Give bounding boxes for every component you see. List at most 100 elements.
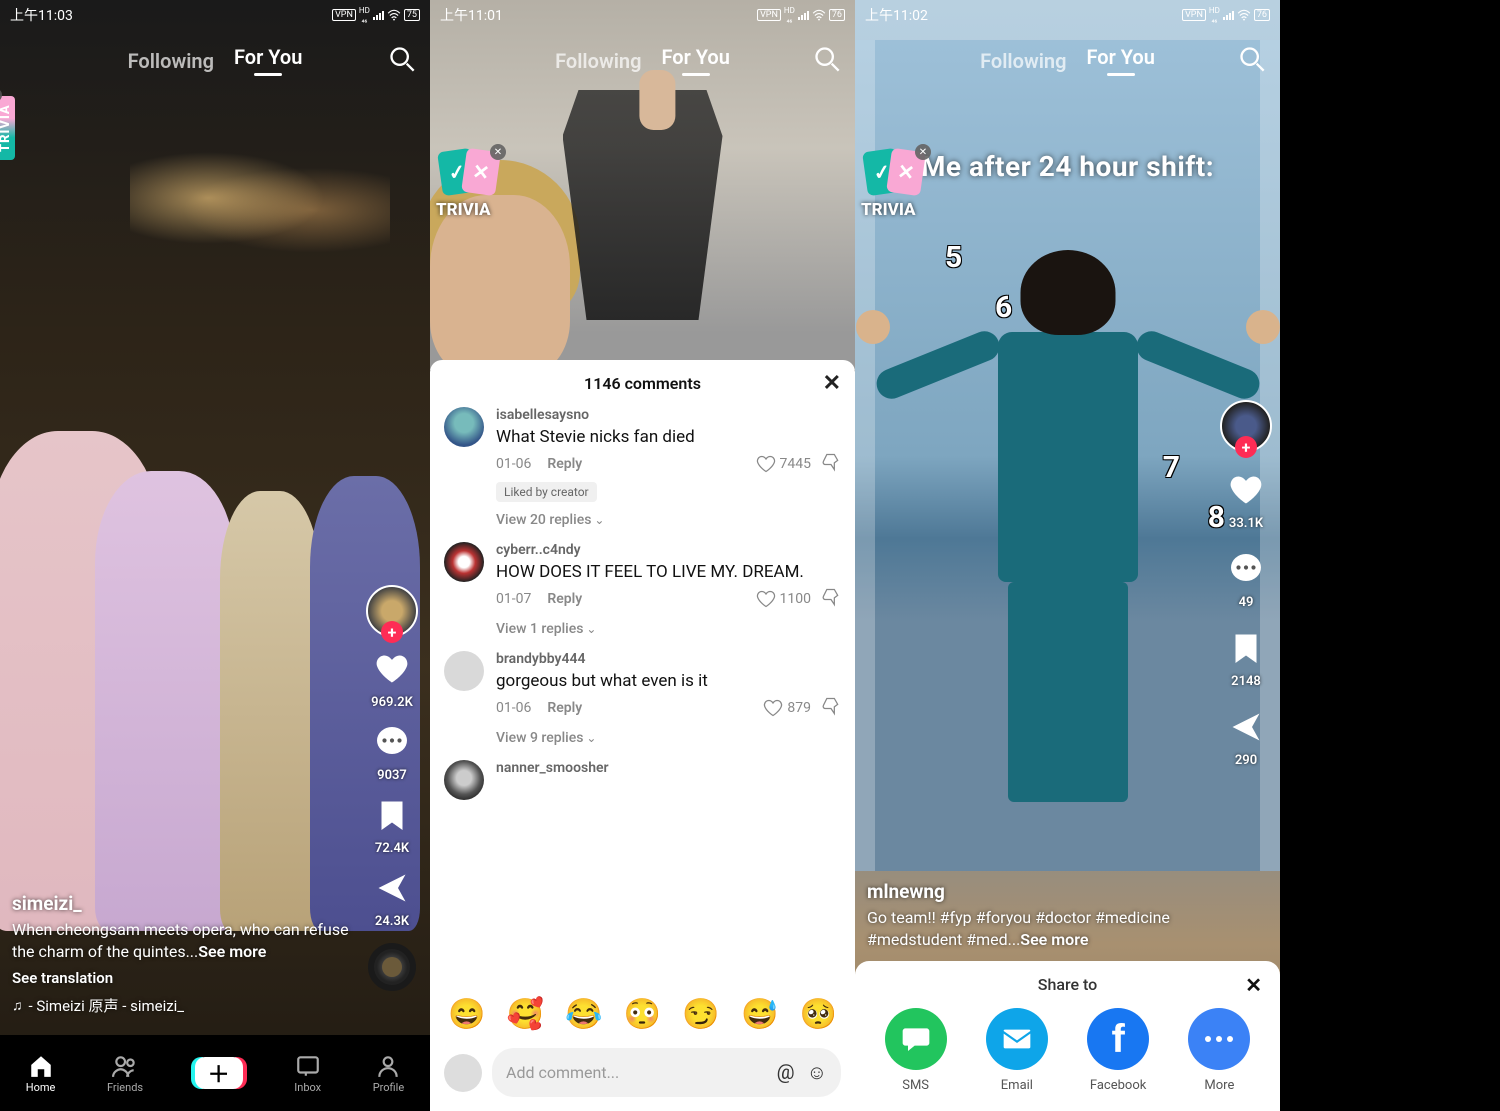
tab-following[interactable]: Following bbox=[555, 49, 641, 73]
follow-plus-icon[interactable]: + bbox=[381, 621, 403, 643]
share-button[interactable]: 290 bbox=[1228, 709, 1264, 768]
comment-composer: Add comment... @ ☺ bbox=[430, 1040, 855, 1111]
tab-for-you[interactable]: For You bbox=[234, 45, 302, 76]
commenter-name[interactable]: cyberr..c4ndy bbox=[496, 542, 841, 558]
comment-dislike[interactable] bbox=[821, 452, 841, 476]
view-replies[interactable]: View 9 replies bbox=[496, 730, 841, 746]
emoji-option[interactable]: 😅 bbox=[741, 997, 778, 1032]
view-replies[interactable]: View 1 replies bbox=[496, 621, 841, 637]
nav-friends[interactable]: Friends bbox=[107, 1053, 143, 1094]
inbox-icon bbox=[295, 1053, 321, 1079]
nav-create[interactable]: ＋ bbox=[195, 1057, 243, 1089]
my-avatar[interactable] bbox=[444, 1054, 482, 1092]
music-info[interactable]: ♫ - Simeizi 原声 - simeizi_ bbox=[12, 995, 350, 1016]
status-time: 上午11:02 bbox=[865, 5, 928, 25]
comment-text: gorgeous but what even is it bbox=[496, 670, 841, 692]
creator-username[interactable]: mlnewng bbox=[867, 880, 1200, 903]
creator-avatar[interactable]: + bbox=[1220, 400, 1272, 452]
comment-button[interactable]: 49 bbox=[1228, 551, 1264, 610]
emoji-option[interactable]: 😏 bbox=[682, 997, 719, 1032]
action-rail: + 969.2K 9037 72.4K bbox=[362, 585, 422, 991]
trivia-badge[interactable]: ✕ TRIVIA bbox=[861, 150, 931, 220]
friends-icon bbox=[112, 1053, 138, 1079]
share-sms[interactable]: SMS bbox=[885, 1008, 947, 1093]
view-replies[interactable]: View 20 replies bbox=[496, 512, 841, 528]
see-more[interactable]: See more bbox=[1020, 930, 1088, 949]
caption[interactable]: When cheongsam meets opera, who can refu… bbox=[12, 919, 350, 963]
commenter-avatar[interactable] bbox=[444, 760, 484, 800]
save-button[interactable]: 2148 bbox=[1228, 630, 1264, 689]
search-icon[interactable] bbox=[813, 45, 841, 77]
nav-inbox[interactable]: Inbox bbox=[294, 1053, 321, 1094]
mention-icon[interactable]: @ bbox=[777, 1060, 795, 1085]
commenter-name[interactable]: isabellesaysno bbox=[496, 407, 841, 423]
close-icon[interactable]: ✕ bbox=[823, 371, 841, 396]
home-icon bbox=[28, 1053, 54, 1079]
comments-list[interactable]: isabellesaysno What Stevie nicks fan die… bbox=[430, 407, 855, 989]
signal-icon bbox=[373, 10, 384, 20]
close-icon[interactable]: ✕ bbox=[915, 144, 931, 160]
comment-dislike[interactable] bbox=[821, 587, 841, 611]
sms-icon bbox=[885, 1008, 947, 1070]
trivia-badge[interactable]: TRIVIA ✕ bbox=[0, 96, 15, 160]
comments-sheet: 1146 comments ✕ isabellesaysno What Stev… bbox=[430, 360, 855, 1111]
comment-dislike[interactable] bbox=[821, 696, 841, 720]
share-button[interactable]: 24.3K bbox=[374, 870, 410, 929]
creator-avatar[interactable]: + bbox=[366, 585, 418, 637]
trivia-badge[interactable]: ✕ TRIVIA bbox=[436, 150, 506, 220]
reply-button[interactable]: Reply bbox=[547, 591, 582, 607]
commenter-avatar[interactable] bbox=[444, 407, 484, 447]
save-button[interactable]: 72.4K bbox=[374, 797, 410, 856]
tab-for-you[interactable]: For You bbox=[1086, 45, 1154, 76]
like-button[interactable]: 969.2K bbox=[371, 651, 413, 710]
emoji-option[interactable]: 🥺 bbox=[800, 997, 837, 1032]
share-facebook[interactable]: f Facebook bbox=[1087, 1008, 1149, 1093]
overlay-number: 5 bbox=[945, 240, 962, 275]
search-icon[interactable] bbox=[388, 45, 416, 77]
tab-for-you[interactable]: For You bbox=[661, 45, 729, 76]
creator-username[interactable]: simeizi_ bbox=[12, 892, 350, 915]
commenter-name[interactable]: brandybby444 bbox=[496, 651, 841, 667]
share-email[interactable]: Email bbox=[986, 1008, 1048, 1093]
nav-home[interactable]: Home bbox=[26, 1053, 56, 1094]
status-bar: 上午11:01 VPN HD₄₆ 76 bbox=[430, 0, 855, 30]
reply-button[interactable]: Reply bbox=[547, 456, 582, 472]
action-rail: + 33.1K 49 2148 290 bbox=[1218, 400, 1274, 768]
follow-plus-icon[interactable]: + bbox=[1235, 436, 1257, 458]
comment-like[interactable]: 7445 bbox=[756, 454, 811, 474]
feed-tabs: Following For You bbox=[0, 45, 430, 76]
tab-following[interactable]: Following bbox=[128, 49, 214, 73]
commenter-name[interactable]: nanner_smoosher bbox=[496, 760, 841, 776]
commenter-avatar[interactable] bbox=[444, 542, 484, 582]
search-icon[interactable] bbox=[1238, 45, 1266, 77]
share-title: Share to bbox=[1038, 975, 1097, 994]
caption[interactable]: Go team!! #fyp #foryou #doctor #medicine… bbox=[867, 907, 1200, 951]
emoji-option[interactable]: 😄 bbox=[448, 997, 485, 1032]
comment-like[interactable]: 1100 bbox=[756, 589, 811, 609]
share-more[interactable]: More bbox=[1188, 1008, 1250, 1093]
overlay-number: 6 bbox=[995, 290, 1012, 325]
like-button[interactable]: 33.1K bbox=[1228, 472, 1264, 531]
emoji-option[interactable]: 🥰 bbox=[507, 997, 544, 1032]
nav-profile[interactable]: Profile bbox=[373, 1053, 404, 1094]
comment-item: nanner_smoosher bbox=[444, 760, 841, 800]
sound-disc[interactable] bbox=[368, 943, 416, 991]
emoji-option[interactable]: 😂 bbox=[565, 997, 602, 1032]
see-more[interactable]: See more bbox=[198, 942, 266, 961]
tab-following[interactable]: Following bbox=[980, 49, 1066, 73]
close-icon[interactable]: ✕ bbox=[1245, 973, 1262, 997]
share-icon bbox=[374, 870, 410, 912]
comment-button[interactable]: 9037 bbox=[374, 724, 410, 783]
close-icon[interactable]: ✕ bbox=[490, 144, 506, 160]
reply-button[interactable]: Reply bbox=[547, 700, 582, 716]
comment-icon bbox=[1228, 551, 1264, 593]
comment-like[interactable]: 879 bbox=[763, 698, 811, 718]
feed-tabs: Following For You bbox=[430, 45, 855, 76]
emoji-option[interactable]: 😳 bbox=[624, 997, 661, 1032]
overlay-number: 7 bbox=[1163, 450, 1180, 485]
facebook-icon: f bbox=[1087, 1008, 1149, 1070]
see-translation[interactable]: See translation bbox=[12, 969, 350, 987]
commenter-avatar[interactable] bbox=[444, 651, 484, 691]
comment-input[interactable]: Add comment... @ ☺ bbox=[492, 1048, 841, 1097]
emoji-icon[interactable]: ☺ bbox=[807, 1060, 827, 1085]
